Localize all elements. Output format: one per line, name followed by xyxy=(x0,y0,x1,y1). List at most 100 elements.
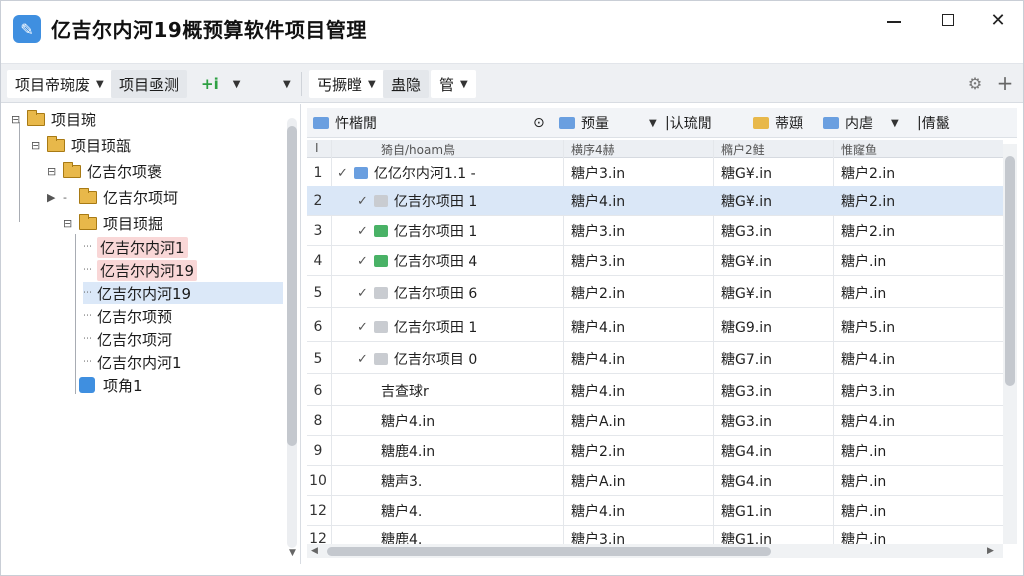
table-row[interactable]: 9 糖鹿4.in 糖户2.in 糖G4.in 糖户.in xyxy=(307,436,1003,466)
tree-leaf[interactable]: ⋯ 亿吉尔内河1 xyxy=(83,236,188,258)
checkmark-icon[interactable]: ✓ xyxy=(357,224,368,239)
checkmark-icon[interactable]: ✓ xyxy=(357,286,368,301)
grid-tool-1[interactable]: 忤楷閒 xyxy=(313,111,377,135)
tree-leaf[interactable]: ⋯ 亿吉尔项预 xyxy=(83,305,172,327)
cell-name[interactable]: ✓ 亿吉尔项田 1 xyxy=(357,312,477,342)
table-row[interactable]: 5 ✓ 亿吉尔项目 0 糖户4.in 糖G7.in 糖户4.in xyxy=(307,344,1003,374)
cell-name[interactable]: ✓ 亿吉尔项目 0 xyxy=(357,344,477,374)
tab-menu-2[interactable]: 蛊隐 xyxy=(383,70,430,98)
cell-name[interactable]: ✓ 亿吉尔项田 6 xyxy=(357,278,477,308)
cell-c4[interactable]: 糖户.in xyxy=(841,466,886,496)
cell-name[interactable]: 糖户4.in xyxy=(381,406,435,436)
cell-c2[interactable]: 糖户3.in xyxy=(571,158,625,188)
grid-vertical-scrollbar-thumb[interactable] xyxy=(1005,156,1015,386)
cell-c2[interactable]: 糖户2.in xyxy=(571,278,625,308)
tree-leaf[interactable]: 项角1 xyxy=(79,374,143,396)
cell-c4[interactable]: 糖户.in xyxy=(841,278,886,308)
cell-c2[interactable]: 糖户3.in xyxy=(571,246,625,276)
table-row[interactable]: 5 ✓ 亿吉尔项田 6 糖户2.in 糖G¥.in 糖户.in xyxy=(307,278,1003,308)
cell-c2[interactable]: 糖户4.in xyxy=(571,344,625,374)
cell-c2[interactable]: 糖户A.in xyxy=(571,406,626,436)
cell-name[interactable]: 糖声3. xyxy=(381,466,422,496)
cell-c4[interactable]: 糖户.in xyxy=(841,496,886,526)
cell-c4[interactable]: 糖户4.in xyxy=(841,406,895,436)
table-row[interactable]: 6 ✓ 亿吉尔项田 1 糖户4.in 糖G9.in 糖户5.in xyxy=(307,312,1003,342)
grid-tool-6[interactable]: | 倩鬣 xyxy=(917,111,950,135)
header-col2[interactable]: 横序4赫 xyxy=(571,141,615,158)
tree-node[interactable]: ⊟ 项目顼瓿 xyxy=(31,134,131,156)
table-row[interactable]: 3 ✓ 亿吉尔项田 1 糖户3.in 糖G3.in 糖户2.in xyxy=(307,216,1003,246)
cell-c3[interactable]: 糖G¥.in xyxy=(721,246,772,276)
collapse-icon[interactable]: ⊟ xyxy=(63,217,75,230)
cell-c2[interactable]: 糖户4.in xyxy=(571,376,625,406)
cell-name[interactable]: ✓ 亿吉尔项田 4 xyxy=(357,246,477,276)
toolbar-dropdown[interactable]: ▼ xyxy=(277,70,291,98)
tree-node[interactable]: ⊟ 项目顼掘 xyxy=(63,212,163,234)
table-row[interactable]: 6 吉查球r 糖户4.in 糖G3.in 糖户3.in xyxy=(307,376,1003,406)
table-row[interactable]: 8 糖户4.in 糖户A.in 糖G3.in 糖户4.in xyxy=(307,406,1003,436)
checkmark-icon[interactable]: ✓ xyxy=(357,194,368,209)
cell-c3[interactable]: 糖G¥.in xyxy=(721,158,772,188)
tree-scrollbar-thumb[interactable] xyxy=(287,126,297,446)
close-button[interactable]: ✕ xyxy=(975,7,1021,33)
tree-node[interactable]: ▶ - 亿吉尔项坷 xyxy=(47,186,178,208)
grid-tool-5[interactable]: 内虐 ▼ xyxy=(823,111,899,135)
header-col3[interactable]: 橢户2鲑 xyxy=(721,141,765,158)
cell-c3[interactable]: 糖G¥.in xyxy=(721,186,772,216)
tree-node[interactable]: ⊟ 亿吉尔项褒 xyxy=(47,160,162,182)
cell-name[interactable]: 吉查球r xyxy=(381,376,429,406)
tree-leaf[interactable]: ⋯ 亿吉尔项河 xyxy=(83,328,172,350)
header-col4[interactable]: 惟窿鱼 xyxy=(841,141,877,158)
grid-tool-3[interactable]: | 认琉閒 xyxy=(665,111,712,135)
header-name[interactable]: 猗自/hoam鳥 xyxy=(381,141,455,158)
tab-project-main[interactable]: 项目帝琬废 ▼ xyxy=(7,70,112,98)
add-button[interactable]: +i ▼ xyxy=(201,70,240,98)
maximize-button[interactable] xyxy=(925,7,971,33)
checkmark-icon[interactable]: ✓ xyxy=(357,352,368,367)
cell-name[interactable]: ✓ 亿吉尔项田 1 xyxy=(357,186,477,216)
cell-c3[interactable]: 糖G9.in xyxy=(721,312,772,342)
scroll-left-icon[interactable]: ◀ xyxy=(311,546,318,556)
expand-triangle-icon[interactable]: ▶ xyxy=(47,191,59,204)
cell-c2[interactable]: 糖户2.in xyxy=(571,436,625,466)
cell-c4[interactable]: 糖户3.in xyxy=(841,376,895,406)
cell-c2[interactable]: 糖户A.in xyxy=(571,466,626,496)
cell-c4[interactable]: 糖户2.in xyxy=(841,186,895,216)
cell-name[interactable]: 糖鹿4.in xyxy=(381,436,435,466)
collapse-icon[interactable]: ⊟ xyxy=(11,113,23,126)
table-row[interactable]: 4 ✓ 亿吉尔项田 4 糖户3.in 糖G¥.in 糖户.in xyxy=(307,246,1003,276)
table-row[interactable]: 1 ✓ 亿亿尔内河1.1 - 糖户3.in 糖G¥.in 糖户2.in xyxy=(307,158,1003,188)
cell-c3[interactable]: 糖G3.in xyxy=(721,376,772,406)
cell-c3[interactable]: 糖G4.in xyxy=(721,436,772,466)
cell-c3[interactable]: 糖G4.in xyxy=(721,466,772,496)
cell-c3[interactable]: 糖G3.in xyxy=(721,216,772,246)
table-row[interactable]: 12 糖户4. 糖户4.in 糖G1.in 糖户.in xyxy=(307,496,1003,526)
cell-c4[interactable]: 糖户4.in xyxy=(841,344,895,374)
cell-name[interactable]: ✓ 亿吉尔项田 1 xyxy=(357,216,477,246)
cell-c3[interactable]: 糖G7.in xyxy=(721,344,772,374)
scroll-right-icon[interactable]: ▶ xyxy=(987,546,994,556)
add-tab-button[interactable]: + xyxy=(995,71,1015,95)
collapse-icon[interactable]: ⊟ xyxy=(31,139,43,152)
cell-c4[interactable]: 糖户.in xyxy=(841,436,886,466)
checkmark-icon[interactable]: ✓ xyxy=(357,320,368,335)
cell-c3[interactable]: 糖G3.in xyxy=(721,406,772,436)
grid-tool-2[interactable]: 预量 ▼ xyxy=(559,111,657,135)
cell-name[interactable]: ✓ 亿亿尔内河1.1 - xyxy=(337,158,476,188)
checkmark-icon[interactable]: ✓ xyxy=(357,254,368,269)
cell-c4[interactable]: 糖户2.in xyxy=(841,216,895,246)
tab-menu-1[interactable]: 丐撅瞠 ▼ xyxy=(309,70,384,98)
filter-icon-button[interactable]: ⊙ xyxy=(533,111,545,135)
cell-c2[interactable]: 糖户4.in xyxy=(571,186,625,216)
grid-horizontal-scrollbar[interactable]: ◀ ▶ xyxy=(307,544,1003,558)
cell-c4[interactable]: 糖户5.in xyxy=(841,312,895,342)
tree-scrollbar[interactable] xyxy=(287,118,297,548)
grid-horizontal-scrollbar-thumb[interactable] xyxy=(327,547,771,556)
scroll-down-icon[interactable]: ▼ xyxy=(289,548,296,558)
cell-c4[interactable]: 糖户2.in xyxy=(841,158,895,188)
grid-vertical-scrollbar[interactable] xyxy=(1003,144,1017,544)
cell-c3[interactable]: 糖G1.in xyxy=(721,496,772,526)
tree-leaf[interactable]: ⋯ 亿吉尔内河1 xyxy=(83,351,182,373)
cell-name[interactable]: 糖户4. xyxy=(381,496,422,526)
settings-gear-icon[interactable]: ⚙ xyxy=(965,73,985,93)
